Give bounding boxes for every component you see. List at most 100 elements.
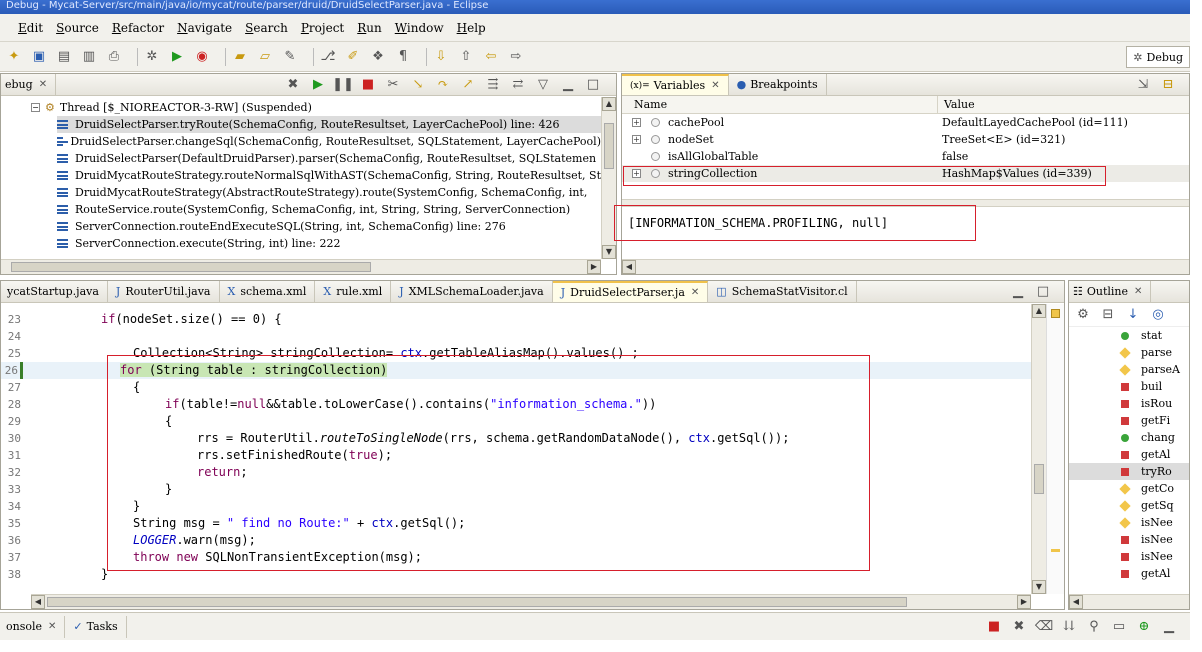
next-annotation-icon[interactable]: ⇩ [433,49,449,65]
toggle-breadcrumb-icon[interactable]: ⎇ [320,49,336,65]
outline-item[interactable]: chang [1069,429,1189,446]
close-icon[interactable]: ✕ [691,287,699,298]
variable-row-selected[interactable]: + stringCollection HashMap$Values (id=339… [622,165,1189,182]
stack-frame[interactable]: DruidSelectParser(DefaultDruidParser).pa… [57,150,601,167]
drop-to-frame-icon[interactable]: ⇶ [485,77,501,93]
close-icon[interactable]: ✕ [711,80,719,91]
close-icon[interactable]: ✕ [1134,286,1142,297]
menu-navigate[interactable]: Navigate [177,21,232,35]
menu-project[interactable]: Project [301,21,344,35]
pin-console-icon[interactable]: ⚲ [1086,619,1102,635]
scroll-thumb[interactable] [604,123,614,169]
open-console-icon[interactable]: ⊕ [1136,619,1152,635]
remove-terminated-icon[interactable]: ✖ [285,77,301,93]
overview-ruler[interactable] [1046,304,1064,594]
step-over-icon[interactable]: ↷ [435,77,451,93]
variable-row[interactable]: + cachePool DefaultLayedCachePool (id=111… [622,114,1189,131]
scroll-lock-icon[interactable]: ⇊ [1061,619,1077,635]
outline-item[interactable]: isNee [1069,514,1189,531]
outline-item[interactable]: parseA [1069,361,1189,378]
scroll-left-icon[interactable]: ◀ [1069,595,1083,609]
minimize-icon[interactable]: ▁ [560,77,576,93]
maximize-icon[interactable]: □ [585,77,601,93]
scroll-down-icon[interactable]: ▼ [602,245,616,259]
tab-breakpoints[interactable]: ● Breakpoints [729,74,827,95]
close-icon[interactable]: ✕ [48,621,56,632]
outline-item[interactable]: isRou [1069,395,1189,412]
search-wand-icon[interactable]: ✎ [282,49,298,65]
resume-icon[interactable]: ▶ [310,77,326,93]
tab-schema-xml[interactable]: Xschema.xml [220,281,316,302]
scroll-down-icon[interactable]: ▼ [1032,580,1046,594]
warning-marker-icon[interactable] [1051,309,1060,318]
mark-occurrences-icon[interactable]: ✐ [345,49,361,65]
stack-frame[interactable]: RouteService.route(SystemConfig, SchemaC… [57,201,601,218]
terminate-icon[interactable]: ■ [360,77,376,93]
debug-vertical-scrollbar[interactable]: ▲ ▼ [601,97,616,259]
hide-fields-icon[interactable]: ⚙ [1075,307,1091,323]
external-tools-icon[interactable]: ◉ [194,49,210,65]
variable-row[interactable]: + nodeSet TreeSet<E> (id=321) [622,131,1189,148]
outline-item[interactable]: getCo [1069,480,1189,497]
debug-horizontal-scrollbar[interactable]: ▶ [1,259,601,274]
show-type-names-icon[interactable]: ⇲ [1135,77,1151,93]
stack-frame-selected[interactable]: DruidSelectParser.tryRoute(SchemaConfig,… [57,116,601,133]
close-icon[interactable]: ✕ [39,79,47,90]
outline-item[interactable]: getAl [1069,446,1189,463]
column-name[interactable]: Name [622,96,938,113]
outline-item[interactable]: parse [1069,344,1189,361]
variable-detail-text[interactable]: [INFORMATION_SCHEMA.PROFILING, null] [628,216,888,230]
view-menu-icon[interactable]: ▽ [535,77,551,93]
warning-marker-icon[interactable] [1051,549,1060,552]
back-icon[interactable]: ⇦ [483,49,499,65]
variable-row[interactable]: isAllGlobalTable false [622,148,1189,165]
sort-icon[interactable]: ↓ [1125,307,1141,323]
outline-item[interactable]: isNee [1069,531,1189,548]
step-return-icon[interactable]: ↗ [460,77,476,93]
perspective-switcher[interactable]: ✲ Debug [1126,46,1190,68]
outline-item[interactable]: stat [1069,327,1189,344]
hide-static-icon[interactable]: ◎ [1150,307,1166,323]
outline-item[interactable]: isNee [1069,548,1189,565]
menu-run[interactable]: Run [357,21,382,35]
collapse-icon[interactable]: − [31,103,40,112]
maximize-icon[interactable]: □ [1035,284,1051,300]
disconnect-icon[interactable]: ✂ [385,77,401,93]
show-whitespace-icon[interactable]: ¶ [395,49,411,65]
outline-item[interactable]: getAl [1069,565,1189,582]
minimize-icon[interactable]: ▁ [1161,619,1177,635]
stack-frame[interactable]: DruidMycatRouteStrategy(AbstractRouteStr… [57,184,601,201]
remove-launch-icon[interactable]: ✖ [1011,619,1027,635]
tab-outline[interactable]: ☷ Outline ✕ [1069,281,1152,302]
tab-tasks[interactable]: ✓ Tasks [65,615,127,638]
save-all-icon[interactable]: ▥ [81,49,97,65]
previous-annotation-icon[interactable]: ⇧ [458,49,474,65]
tab-schemastatvisitor[interactable]: ◫ SchemaStatVisitor.cl [708,281,857,302]
tab-druidselectparser[interactable]: J DruidSelectParser.ja ✕ [552,281,709,302]
outline-horizontal-scrollbar[interactable]: ◀ [1069,594,1189,609]
outline-item[interactable]: getSq [1069,497,1189,514]
scroll-left-icon[interactable]: ◀ [31,595,45,609]
scroll-right-icon[interactable]: ▶ [587,260,601,274]
open-type-icon[interactable]: ▱ [257,49,273,65]
outline-item[interactable]: buil [1069,378,1189,395]
stack-frame[interactable]: DruidMycatRouteStrategy.routeNormalSqlWi… [57,167,601,184]
suspend-icon[interactable]: ❚❚ [332,77,354,93]
debug-icon[interactable]: ✲ [144,49,160,65]
outline-item[interactable]: getFi [1069,412,1189,429]
editor-horizontal-scrollbar[interactable]: ◀ ▶ [31,594,1031,609]
expand-icon[interactable]: + [632,169,641,178]
editor-vertical-scrollbar[interactable]: ▲ ▼ [1031,304,1046,594]
forward-icon[interactable]: ⇨ [508,49,524,65]
stack-frame[interactable]: ServerConnection.routeEndExecuteSQL(Stri… [57,218,601,235]
collapse-all-icon[interactable]: ⊟ [1160,77,1176,93]
open-folder-icon[interactable]: ▰ [232,49,248,65]
block-selection-icon[interactable]: ❖ [370,49,386,65]
scroll-up-icon[interactable]: ▲ [1032,304,1046,318]
expand-icon[interactable]: + [632,135,641,144]
code-body[interactable]: 23 if(nodeSet.size() == 0) { 24 25 Collect… [1,311,1031,583]
outline-item-selected[interactable]: tryRo [1069,463,1189,480]
menu-refactor[interactable]: Refactor [112,21,164,35]
collapse-all-icon[interactable]: ⊟ [1100,307,1116,323]
menu-edit[interactable]: Edit [18,21,43,35]
